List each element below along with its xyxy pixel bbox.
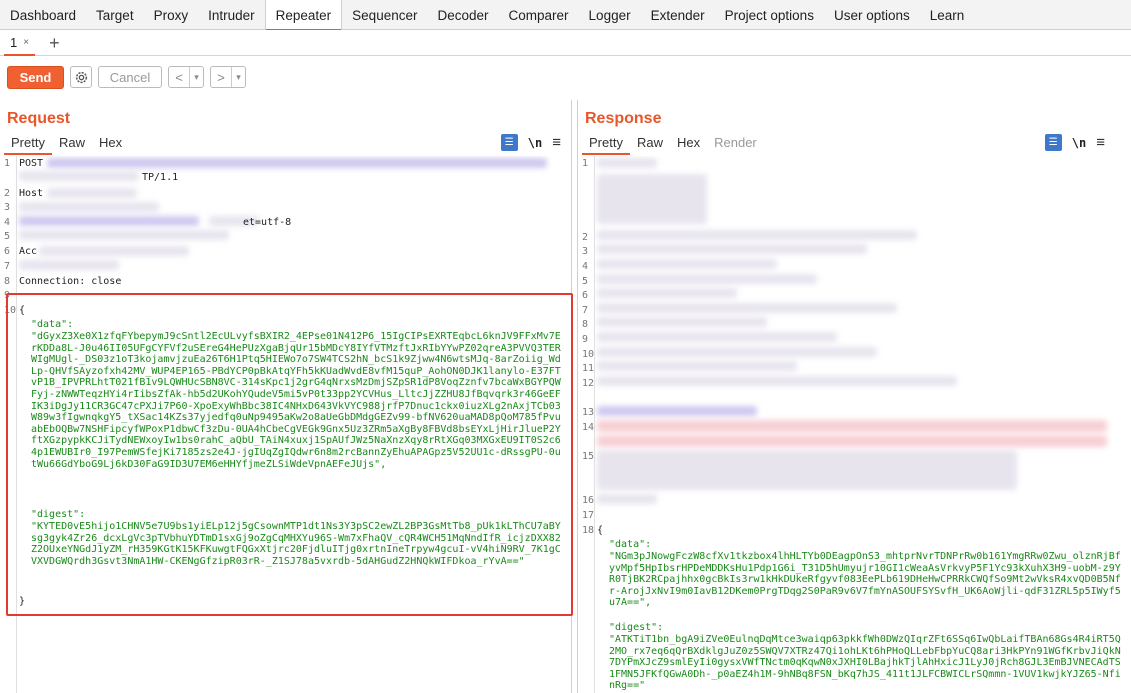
redacted-text [597, 158, 657, 168]
json-key-data: "data": [31, 319, 74, 330]
redacted-text [597, 274, 817, 284]
tab-user-options[interactable]: User options [824, 0, 920, 29]
repeater-tab-label: 1 [10, 34, 18, 50]
request-editor[interactable]: 1 2 3 4 5 6 7 8 9 10 POST TP/1.1 Host et… [0, 156, 571, 693]
request-line-host: Host [19, 188, 44, 199]
tab-proxy[interactable]: Proxy [144, 0, 199, 29]
redacted-text [597, 174, 707, 224]
request-line-charset: et=utf-8 [243, 217, 292, 228]
tab-dashboard[interactable]: Dashboard [0, 0, 86, 29]
response-editor-tools: ☰ \n ≡ [1044, 134, 1105, 151]
response-title: Response [585, 110, 662, 127]
redacted-text [47, 158, 547, 168]
request-editor-tools: ☰ \n ≡ [500, 134, 561, 151]
history-forward-button[interactable]: > [211, 67, 231, 87]
json-brace-open: { [19, 305, 26, 316]
request-title: Request [7, 110, 71, 127]
chevron-down-icon[interactable]: ▾ [231, 67, 245, 87]
repeater-subtabs: 1 × + [0, 30, 1131, 56]
json-key-digest: "digest": [609, 622, 664, 633]
line-numbers: 1 2 3 4 5 6 7 8 9 10 11 12 13 14 15 16 1… [578, 156, 595, 693]
redacted-text [597, 288, 737, 298]
response-view-tabs: Pretty Raw Hex Render [582, 135, 764, 155]
request-tab-pretty[interactable]: Pretty [4, 135, 52, 155]
redacted-text [597, 230, 917, 240]
redacted-text [19, 171, 139, 181]
settings-button[interactable] [70, 66, 92, 88]
close-icon[interactable]: × [23, 37, 29, 54]
tab-repeater[interactable]: Repeater [264, 0, 343, 31]
repeater-tab-1[interactable]: 1 × [4, 30, 36, 56]
redacted-text [597, 494, 657, 504]
chevron-down-icon[interactable]: ▾ [189, 67, 203, 87]
redacted-text [47, 188, 137, 198]
redacted-text [19, 216, 199, 226]
redacted-text [597, 317, 767, 327]
redacted-text [19, 260, 119, 270]
cancel-button[interactable]: Cancel [98, 66, 162, 88]
redacted-text [597, 303, 897, 313]
history-forward-group: > ▾ [210, 66, 246, 88]
tab-sequencer[interactable]: Sequencer [342, 0, 427, 29]
response-pane: Response Pretty Raw Hex Render ☰ \n ≡ 1 … [577, 100, 1131, 693]
json-value-data: "dGyxZ3Xe0X1zfqFYbepymJ9cSntl2EcULvyfsBX… [31, 331, 561, 470]
add-tab-icon[interactable]: + [49, 34, 60, 52]
request-line-connection: Connection: close [19, 276, 122, 287]
word-wrap-icon[interactable]: ☰ [500, 134, 518, 151]
gear-icon [75, 71, 87, 83]
json-brace-close: } [19, 596, 26, 607]
json-value-digest: "KYTED0vE5hijo1CHNV5e7U9bs1yiELp12j5gCso… [31, 521, 561, 567]
newline-toggle-icon[interactable]: \n [1072, 136, 1086, 150]
request-line-accept: Acc [19, 246, 38, 257]
tab-learn[interactable]: Learn [920, 0, 975, 29]
newline-toggle-icon[interactable]: \n [528, 136, 542, 150]
json-value-data: "NGm3pJNowgFczW8cfXv1tkzbox4lhHLTYb0DEag… [609, 551, 1121, 609]
request-pane: Request Pretty Raw Hex ☰ \n ≡ 1 2 3 4 5 … [0, 100, 572, 693]
redacted-text [19, 230, 229, 240]
request-line-method: POST [19, 158, 44, 169]
response-tab-hex[interactable]: Hex [670, 135, 707, 155]
menu-icon[interactable]: ≡ [1096, 134, 1105, 151]
json-value-digest: "ATKTiT1bn_bgA9iZVe0EulnqDqMtce3waiqp63p… [609, 634, 1121, 692]
redacted-text [39, 246, 189, 256]
request-view-tabs: Pretty Raw Hex [4, 135, 129, 155]
redacted-text [597, 406, 757, 416]
tab-comparer[interactable]: Comparer [499, 0, 579, 29]
request-tab-raw[interactable]: Raw [52, 135, 92, 155]
tab-extender[interactable]: Extender [641, 0, 715, 29]
history-back-group: < ▾ [168, 66, 204, 88]
menu-icon[interactable]: ≡ [552, 134, 561, 151]
request-tab-hex[interactable]: Hex [92, 135, 129, 155]
request-line-protocol: TP/1.1 [142, 172, 179, 183]
redacted-text [597, 376, 957, 386]
redacted-text [597, 450, 1017, 490]
tab-target[interactable]: Target [86, 0, 144, 29]
history-back-button[interactable]: < [169, 67, 189, 87]
redacted-text [597, 332, 837, 342]
response-tab-raw[interactable]: Raw [630, 135, 670, 155]
tab-project-options[interactable]: Project options [715, 0, 824, 29]
toolbar: Send Cancel < ▾ > ▾ [0, 56, 1131, 98]
redacted-text [19, 202, 159, 212]
response-tab-pretty[interactable]: Pretty [582, 135, 630, 155]
redacted-text [597, 244, 867, 254]
send-button[interactable]: Send [7, 65, 64, 89]
redacted-text [597, 361, 797, 371]
word-wrap-icon[interactable]: ☰ [1044, 134, 1062, 151]
json-key-digest: "digest": [31, 509, 86, 520]
tab-intruder[interactable]: Intruder [198, 0, 265, 29]
response-tab-render[interactable]: Render [707, 135, 764, 155]
redacted-text [597, 347, 877, 357]
redacted-text [597, 435, 1107, 447]
json-brace-open: { [597, 525, 604, 536]
json-key-data: "data": [609, 539, 652, 550]
redacted-text [597, 420, 1107, 432]
response-editor[interactable]: 1 2 3 4 5 6 7 8 9 10 11 12 13 14 15 16 1… [578, 156, 1131, 693]
redacted-text [597, 259, 777, 269]
line-numbers: 1 2 3 4 5 6 7 8 9 10 [0, 156, 17, 693]
tab-decoder[interactable]: Decoder [427, 0, 498, 29]
top-nav: Dashboard Target Proxy Intruder Repeater… [0, 0, 1131, 31]
tab-logger[interactable]: Logger [579, 0, 641, 29]
